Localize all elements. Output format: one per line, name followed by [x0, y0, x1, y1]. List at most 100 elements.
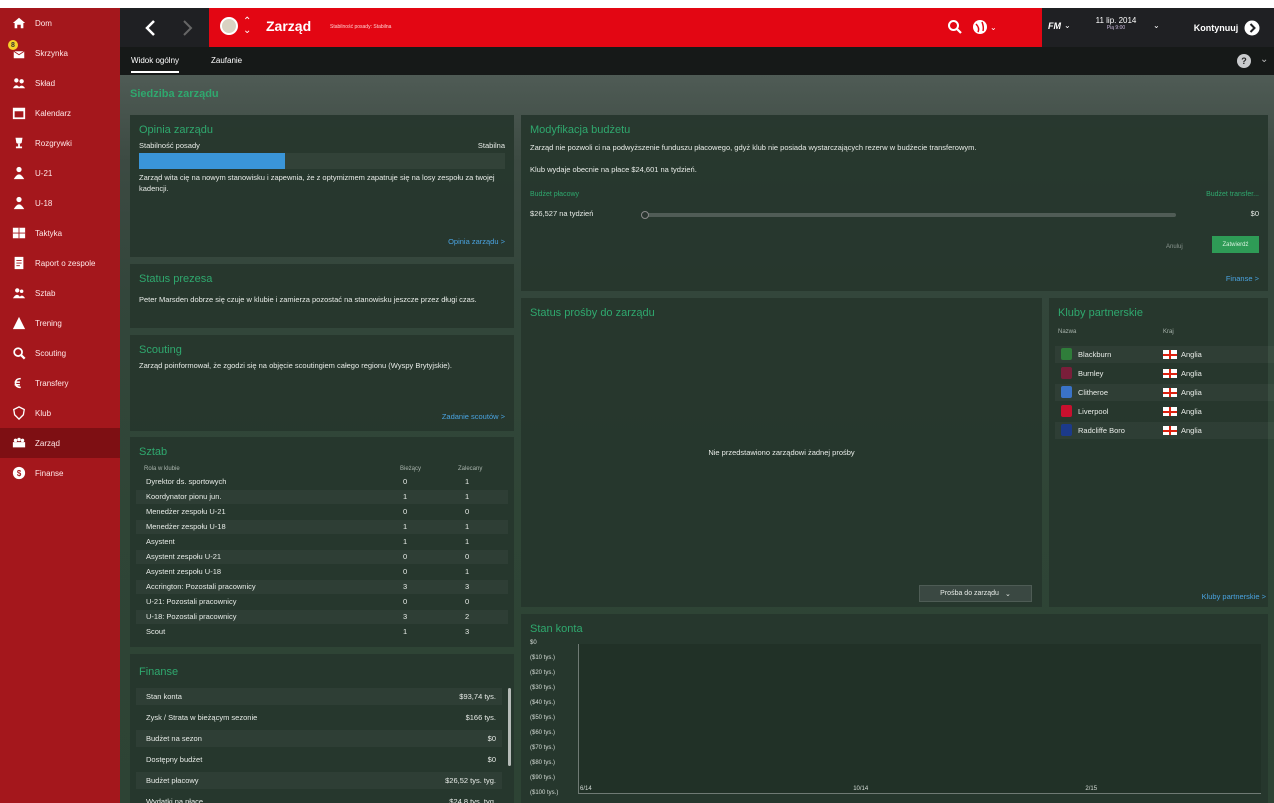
- finance-row: Dostępny budżet $0: [136, 751, 502, 768]
- staff-recommended: 1: [465, 477, 470, 486]
- staff-recommended: 1: [465, 537, 470, 546]
- tab-overview[interactable]: Widok ogólny: [131, 56, 180, 73]
- slider-handle[interactable]: [641, 211, 649, 219]
- club-badge-icon[interactable]: [220, 17, 238, 35]
- cancel-button[interactable]: Anuluj: [1166, 242, 1183, 253]
- board-request-dropdown[interactable]: Prośba do zarządu ⌄: [919, 585, 1032, 602]
- staff-title: Sztab: [139, 446, 168, 458]
- chevron-down-icon[interactable]: ⌄: [1260, 54, 1268, 65]
- tactics-icon: [11, 225, 27, 241]
- inbox-badge: 8: [8, 40, 18, 50]
- scouting-link[interactable]: Zadanie scoutów >: [442, 412, 505, 421]
- stability-bar-fill: [139, 153, 286, 169]
- sidebar-item-club[interactable]: Klub: [0, 398, 120, 428]
- partner-club-country: Anglia: [1181, 388, 1202, 397]
- staff-role: Dyrektor ds. sportowych: [146, 477, 227, 486]
- table-row: Scout 1 3: [136, 625, 508, 639]
- partner-clubs-link[interactable]: Kluby partnerskie >: [1202, 592, 1266, 601]
- back-button[interactable]: [132, 8, 170, 47]
- table-row: U-18: Pozostali pracownicy 3 2: [136, 610, 508, 624]
- staff-current: 0: [403, 477, 408, 486]
- staff-role: Menedżer zespołu U-18: [146, 522, 226, 531]
- sidebar-item-training[interactable]: Trening: [0, 308, 120, 338]
- partner-club-row[interactable]: Clitheroe Anglia: [1055, 384, 1274, 401]
- forward-button[interactable]: [168, 8, 206, 47]
- tab-confidence[interactable]: Zaufanie: [211, 56, 242, 65]
- content-area: Siedziba zarządu Opinia zarządu Stabilno…: [120, 75, 1274, 803]
- sidebar-item-scouting[interactable]: Scouting: [0, 338, 120, 368]
- chevron-down-icon[interactable]: ⌄: [1064, 21, 1071, 30]
- sidebar-item-transfers[interactable]: Transfery: [0, 368, 120, 398]
- partner-club-row[interactable]: Radcliffe Boro Anglia: [1055, 422, 1274, 439]
- partner-header-country: Kraj: [1163, 329, 1174, 335]
- scrollbar[interactable]: [508, 688, 511, 766]
- section-heading: Siedziba zarządu: [130, 88, 219, 100]
- table-row: Asystent 1 1: [136, 535, 508, 549]
- inbox-icon: 8: [8, 40, 27, 61]
- sidebar-item-calendar[interactable]: Kalendarz: [0, 98, 120, 128]
- continue-button[interactable]: Kontynuuj: [1180, 8, 1274, 47]
- staff-current: 1: [403, 522, 408, 531]
- sidebar-item-report[interactable]: Raport o zespole: [0, 248, 120, 278]
- finance-label: Budżet płacowy: [146, 776, 199, 785]
- y-tick-label: ($40 tys.): [530, 700, 556, 706]
- sidebar-item-label: Rozgrywki: [35, 138, 72, 148]
- partner-club-name: Clitheroe: [1078, 388, 1109, 397]
- y-tick-label: ($50 tys.): [530, 715, 556, 721]
- scouting-icon: [11, 345, 27, 361]
- table-row: Asystent zespołu U-18 0 1: [136, 565, 508, 579]
- staff-role: U-18: Pozostali pracownicy: [146, 612, 237, 621]
- sidebar-item-squad[interactable]: Skład: [0, 68, 120, 98]
- date-main: 11 lip. 2014: [1095, 16, 1137, 25]
- sidebar-item-tactics[interactable]: Taktyka: [0, 218, 120, 248]
- sidebar-item-inbox[interactable]: 8 Skrzynka: [0, 38, 120, 68]
- staff-recommended: 3: [465, 627, 470, 636]
- home-icon: [11, 15, 27, 31]
- sidebar-item-finances[interactable]: $ Finanse: [0, 458, 120, 488]
- sidebar-item-u18[interactable]: U-18: [0, 188, 120, 218]
- x-tick-label: 10/14: [853, 786, 869, 792]
- staff-recommended: 0: [465, 507, 470, 516]
- confirm-button[interactable]: Zatwierdź: [1212, 236, 1259, 253]
- staff-panel: Sztab Rola w klubie Bieżący Zalecany Dyr…: [130, 437, 514, 647]
- staff-header-role: Rola w klubie: [144, 466, 180, 472]
- tab-bar: Widok ogólny Zaufanie ? ⌄: [120, 47, 1274, 75]
- partner-club-row[interactable]: Blackburn Anglia: [1055, 346, 1274, 363]
- search-icon[interactable]: [947, 19, 963, 35]
- stability-value: Stabilna: [477, 141, 505, 150]
- sidebar-item-label: Finanse: [35, 468, 64, 478]
- y-tick-label: $0: [530, 640, 537, 646]
- date-display[interactable]: 11 lip. 2014 Pią 9:00: [1090, 16, 1142, 31]
- sidebar-item-trophy[interactable]: Rozgrywki: [0, 128, 120, 158]
- club-switch-icon[interactable]: ⌃ ⌄: [243, 17, 251, 36]
- partner-club-row[interactable]: Liverpool Anglia: [1055, 403, 1274, 420]
- partner-club-name: Radcliffe Boro: [1078, 426, 1125, 435]
- partner-club-name: Burnley: [1078, 369, 1104, 378]
- wage-budget-label: Budżet płacowy: [530, 191, 580, 198]
- staff-recommended: 1: [465, 522, 470, 531]
- sidebar-item-u21[interactable]: U-21: [0, 158, 120, 188]
- finances-link[interactable]: Finanse >: [1226, 274, 1259, 283]
- chevron-down-icon[interactable]: ⌄: [1153, 21, 1160, 30]
- sidebar-item-label: Kalendarz: [35, 108, 72, 118]
- budget-slider[interactable]: [641, 211, 1176, 219]
- sidebar-item-home[interactable]: Dom: [0, 8, 120, 38]
- club-crest-icon: [1061, 424, 1072, 436]
- club-crest-icon: [1061, 348, 1072, 360]
- partner-club-country: Anglia: [1181, 426, 1202, 435]
- table-row: Asystent zespołu U-21 0 0: [136, 550, 508, 564]
- staff-role: Scout: [146, 627, 166, 636]
- scouting-text: Zarząd poinformował, że zgodzi się na ob…: [139, 361, 452, 370]
- staff-header-current: Bieżący: [400, 466, 422, 472]
- board-opinion-link[interactable]: Opinia zarządu >: [448, 237, 505, 246]
- finance-value: $0: [487, 734, 496, 743]
- partner-clubs-title: Kluby partnerskie: [1058, 307, 1143, 319]
- staff-role: Asystent zespołu U-18: [146, 567, 222, 576]
- sidebar-item-board[interactable]: Zarząd: [0, 428, 120, 458]
- sidebar-item-staff[interactable]: Sztab: [0, 278, 120, 308]
- partner-club-row[interactable]: Burnley Anglia: [1055, 365, 1274, 382]
- staff-recommended: 1: [465, 567, 470, 576]
- help-icon[interactable]: ?: [1237, 54, 1251, 68]
- fm-logo[interactable]: FM: [1048, 21, 1061, 31]
- globe-icon[interactable]: ⌄: [972, 18, 998, 36]
